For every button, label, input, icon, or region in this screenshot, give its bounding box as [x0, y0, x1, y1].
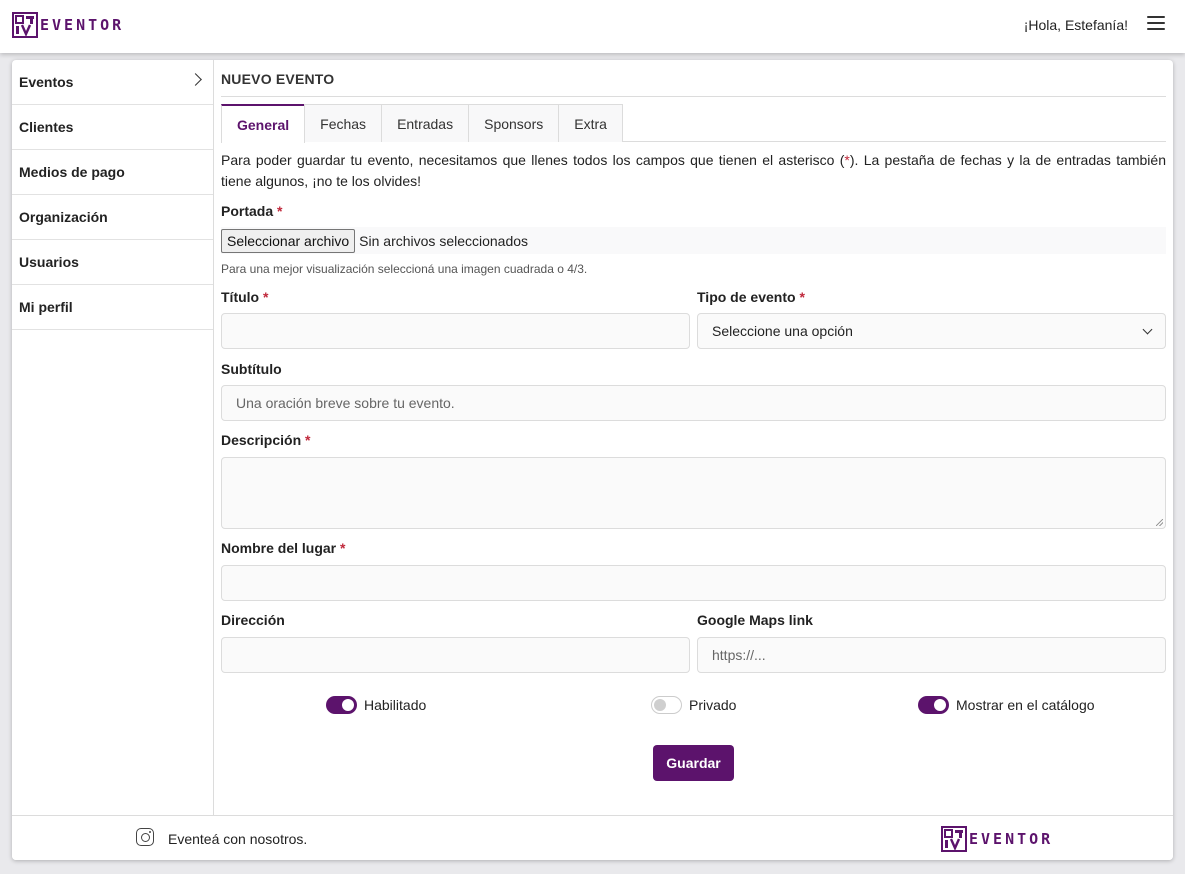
footer: Eventeá con nosotros. EVENTOR: [12, 815, 1173, 860]
hamburger-menu-icon[interactable]: [1147, 16, 1165, 32]
toggle-privado[interactable]: Privado: [651, 696, 736, 714]
sidebar-item-medios-de-pago[interactable]: Medios de pago: [12, 150, 213, 195]
direccion-label-text: Dirección: [221, 612, 285, 628]
cover-hint: Para una mejor visualización seleccioná …: [221, 262, 588, 276]
required-asterisk: *: [263, 289, 269, 305]
footer-text: Eventeá con nosotros.: [168, 831, 308, 847]
instagram-icon[interactable]: [136, 828, 154, 846]
sidebar-item-eventos[interactable]: Eventos: [12, 60, 213, 105]
subtitulo-input[interactable]: Una oración breve sobre tu evento.: [221, 385, 1166, 421]
sidebar-item-mi-perfil[interactable]: Mi perfil: [12, 285, 213, 330]
tab-fechas[interactable]: Fechas: [304, 104, 383, 142]
portada-label: Portada *: [221, 203, 282, 219]
descripcion-textarea[interactable]: [221, 457, 1166, 529]
lugar-label-text: Nombre del lugar: [221, 540, 337, 556]
toggle-switch[interactable]: [651, 696, 682, 714]
tipo-evento-label: Tipo de evento *: [697, 289, 805, 305]
tab-entradas[interactable]: Entradas: [381, 104, 470, 142]
toggle-switch[interactable]: [326, 696, 357, 714]
tab-extra[interactable]: Extra: [558, 104, 623, 142]
cover-file-input: Seleccionar archivo Sin archivos selecci…: [221, 227, 1166, 254]
tipo-evento-label-text: Tipo de evento: [697, 289, 796, 305]
titulo-label: Título *: [221, 289, 268, 305]
event-form-panel: NUEVO EVENTO General Fechas Entradas Spo…: [221, 60, 1166, 815]
toggle-label: Privado: [689, 697, 737, 713]
toggle-knob: [654, 699, 666, 711]
brand-name: EVENTOR: [969, 830, 1054, 848]
required-asterisk: *: [277, 203, 283, 219]
portada-label-text: Portada: [221, 203, 274, 219]
top-navbar: EVENTOR ¡Hola, Estefanía!: [0, 0, 1185, 53]
sidebar-item-label: Usuarios: [19, 254, 79, 270]
lugar-label: Nombre del lugar *: [221, 540, 345, 556]
select-file-button[interactable]: Seleccionar archivo: [221, 228, 356, 253]
sidebar-item-clientes[interactable]: Clientes: [12, 105, 213, 150]
toggle-label: Mostrar en el catálogo: [956, 697, 1095, 713]
toggle-habilitado[interactable]: Habilitado: [326, 696, 426, 714]
title-divider: [221, 96, 1166, 97]
eventor-logo-icon: [12, 12, 38, 38]
chevron-down-icon: [1142, 324, 1153, 335]
maps-label-text: Google Maps link: [697, 612, 813, 628]
user-greeting: ¡Hola, Estefanía!: [1023, 17, 1128, 33]
required-asterisk: *: [340, 540, 346, 556]
toggle-knob: [342, 699, 354, 711]
sidebar: Eventos Clientes Medios de pago Organiza…: [12, 60, 214, 815]
descripcion-label-text: Descripción: [221, 432, 302, 448]
tab-general[interactable]: General: [221, 104, 306, 143]
toggle-mostrar-catalogo[interactable]: Mostrar en el catálogo: [918, 696, 1095, 714]
brand-name: EVENTOR: [40, 16, 125, 34]
maps-label: Google Maps link: [697, 612, 813, 628]
eventor-logo-icon: [941, 826, 967, 852]
sidebar-item-label: Mi perfil: [19, 299, 73, 315]
toggle-switch[interactable]: [918, 696, 949, 714]
tab-sponsors[interactable]: Sponsors: [468, 104, 560, 142]
sidebar-item-label: Eventos: [19, 74, 74, 90]
subtitulo-label: Subtítulo: [221, 361, 282, 377]
sidebar-item-usuarios[interactable]: Usuarios: [12, 240, 213, 285]
brand-logo[interactable]: EVENTOR: [12, 12, 124, 38]
sidebar-item-label: Clientes: [19, 119, 74, 135]
sidebar-item-label: Medios de pago: [19, 164, 125, 180]
toggle-knob: [934, 699, 946, 711]
titulo-input[interactable]: [221, 313, 690, 349]
sidebar-item-organizacion[interactable]: Organización: [12, 195, 213, 240]
maps-placeholder: https://...: [712, 647, 766, 663]
required-asterisk: *: [305, 432, 311, 448]
file-status: Sin archivos seleccionados: [359, 232, 529, 249]
resize-handle-icon[interactable]: [1156, 519, 1163, 526]
intro-text-start: Para poder guardar tu evento, necesitamo…: [221, 152, 845, 168]
direccion-input[interactable]: [221, 637, 690, 673]
maps-link-input[interactable]: https://...: [697, 637, 1166, 673]
descripcion-label: Descripción *: [221, 432, 310, 448]
lugar-input[interactable]: [221, 565, 1166, 601]
required-asterisk: *: [799, 289, 805, 305]
subtitulo-placeholder: Una oración breve sobre tu evento.: [236, 395, 455, 411]
tab-bar: General Fechas Entradas Sponsors Extra: [221, 104, 1166, 143]
footer-logo: EVENTOR: [941, 826, 1053, 852]
sidebar-item-label: Organización: [19, 209, 108, 225]
toggle-label: Habilitado: [364, 697, 427, 713]
form-instructions: Para poder guardar tu evento, necesitamo…: [221, 150, 1166, 192]
page-title: NUEVO EVENTO: [221, 71, 335, 87]
subtitulo-label-text: Subtítulo: [221, 361, 282, 377]
tipo-evento-select[interactable]: Seleccione una opción: [697, 313, 1166, 349]
chevron-right-icon: [189, 73, 202, 86]
direccion-label: Dirección: [221, 612, 285, 628]
main-card: Eventos Clientes Medios de pago Organiza…: [12, 60, 1173, 860]
tipo-evento-selected: Seleccione una opción: [712, 323, 853, 339]
titulo-label-text: Título: [221, 289, 260, 305]
save-button[interactable]: Guardar: [653, 745, 734, 781]
